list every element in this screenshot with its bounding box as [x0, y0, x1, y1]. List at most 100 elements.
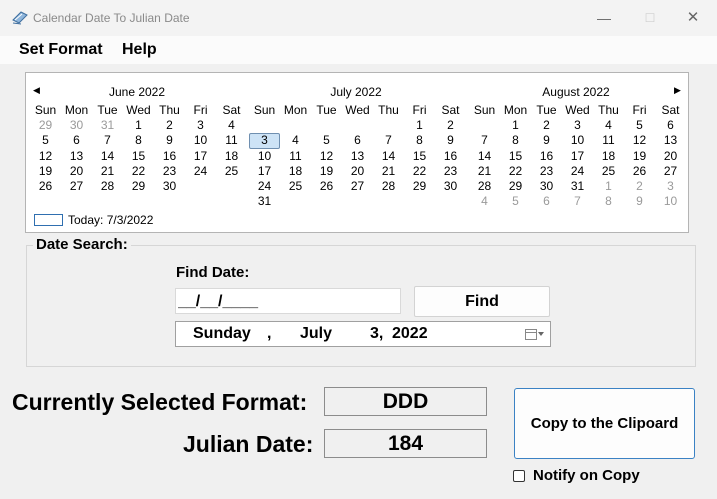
today-link[interactable]: Today: 7/3/2022: [68, 213, 153, 227]
find-date-input[interactable]: [175, 288, 401, 314]
calendar-day[interactable]: 31: [92, 118, 123, 133]
calendar-day[interactable]: 11: [216, 133, 247, 148]
calendar-day[interactable]: 22: [500, 164, 531, 179]
calendar-day[interactable]: 6: [655, 118, 686, 133]
calendar-day[interactable]: 2: [154, 118, 185, 133]
calendar-day[interactable]: 5: [500, 194, 531, 209]
calendar-day[interactable]: 18: [593, 149, 624, 164]
calendar-day[interactable]: 8: [500, 133, 531, 148]
maximize-button[interactable]: ☐: [640, 8, 660, 28]
calendar-day[interactable]: 5: [30, 133, 61, 148]
calendar-day[interactable]: 24: [249, 179, 280, 194]
calendar-day[interactable]: 26: [311, 179, 342, 194]
calendar-day[interactable]: 28: [469, 179, 500, 194]
calendar-day[interactable]: 21: [469, 164, 500, 179]
calendar-day[interactable]: 7: [469, 133, 500, 148]
calendar-day[interactable]: 11: [280, 149, 311, 164]
calendar-day[interactable]: 30: [61, 118, 92, 133]
calendar-day[interactable]: 7: [373, 133, 404, 148]
calendar-day[interactable]: 9: [435, 133, 466, 148]
calendar-day[interactable]: 21: [92, 164, 123, 179]
calendar-day[interactable]: 13: [61, 149, 92, 164]
calendar-day[interactable]: 29: [404, 179, 435, 194]
calendar-day[interactable]: 9: [624, 194, 655, 209]
calendar-day[interactable]: 10: [562, 133, 593, 148]
calendar-day[interactable]: 12: [624, 133, 655, 148]
calendar-day[interactable]: 15: [404, 149, 435, 164]
calendar-day[interactable]: 8: [123, 133, 154, 148]
calendar-day[interactable]: 3: [562, 118, 593, 133]
find-button[interactable]: Find: [414, 286, 550, 317]
calendar-day[interactable]: 3: [655, 179, 686, 194]
month-calendar[interactable]: ◀ ▶ June 2022 Sun Mon Tue Wed Thu Fri Sat 29 30 3…: [25, 72, 689, 233]
calendar-day[interactable]: 22: [404, 164, 435, 179]
minimize-button[interactable]: —: [594, 8, 614, 28]
calendar-day[interactable]: 14: [469, 149, 500, 164]
calendar-day[interactable]: 28: [92, 179, 123, 194]
calendar-day[interactable]: 13: [342, 149, 373, 164]
calendar-day[interactable]: 1: [500, 118, 531, 133]
calendar-day[interactable]: 28: [373, 179, 404, 194]
calendar-day[interactable]: 26: [624, 164, 655, 179]
calendar-day[interactable]: 16: [154, 149, 185, 164]
calendar-day[interactable]: 4: [216, 118, 247, 133]
calendar-day[interactable]: 10: [655, 194, 686, 209]
picker-year[interactable]: 2022: [392, 325, 428, 343]
calendar-day[interactable]: 18: [280, 164, 311, 179]
menu-help[interactable]: Help: [122, 41, 157, 59]
calendar-day[interactable]: 15: [123, 149, 154, 164]
calendar-day[interactable]: 17: [562, 149, 593, 164]
calendar-day[interactable]: 30: [531, 179, 562, 194]
calendar-day[interactable]: 31: [562, 179, 593, 194]
picker-day[interactable]: 3,: [370, 325, 383, 343]
calendar-day[interactable]: 21: [373, 164, 404, 179]
calendar-day[interactable]: 29: [30, 118, 61, 133]
calendar-day[interactable]: 6: [531, 194, 562, 209]
calendar-day[interactable]: 24: [185, 164, 216, 179]
calendar-day[interactable]: 25: [216, 164, 247, 179]
date-picker[interactable]: Sunday , July 3, 2022: [175, 321, 551, 347]
notify-on-copy-label[interactable]: Notify on Copy: [533, 467, 640, 484]
calendar-day[interactable]: 20: [61, 164, 92, 179]
calendar-day[interactable]: 14: [92, 149, 123, 164]
calendar-day[interactable]: 27: [342, 179, 373, 194]
notify-on-copy-checkbox[interactable]: [513, 470, 525, 482]
calendar-day[interactable]: 26: [30, 179, 61, 194]
calendar-day[interactable]: 12: [311, 149, 342, 164]
calendar-day[interactable]: 6: [342, 133, 373, 148]
calendar-day[interactable]: 23: [154, 164, 185, 179]
calendar-day[interactable]: 7: [92, 133, 123, 148]
calendar-day[interactable]: 30: [435, 179, 466, 194]
calendar-day[interactable]: 9: [154, 133, 185, 148]
calendar-day[interactable]: 30: [154, 179, 185, 194]
calendar-day[interactable]: 5: [311, 133, 342, 148]
picker-day-of-week[interactable]: Sunday: [193, 325, 251, 343]
calendar-day[interactable]: 24: [562, 164, 593, 179]
calendar-day[interactable]: 1: [593, 179, 624, 194]
calendar-day[interactable]: 2: [435, 118, 466, 133]
calendar-day[interactable]: 10: [249, 149, 280, 164]
calendar-day[interactable]: 14: [373, 149, 404, 164]
calendar-day[interactable]: 27: [61, 179, 92, 194]
copy-to-clipboard-button[interactable]: Copy to the Clipoard: [514, 388, 695, 459]
calendar-day[interactable]: 15: [500, 149, 531, 164]
calendar-day[interactable]: 10: [185, 133, 216, 148]
calendar-day[interactable]: 1: [404, 118, 435, 133]
calendar-day[interactable]: 4: [280, 133, 311, 148]
today-marker-icon[interactable]: [34, 214, 63, 226]
calendar-dropdown-icon[interactable]: [525, 329, 537, 340]
calendar-day[interactable]: 6: [61, 133, 92, 148]
calendar-day[interactable]: 31: [249, 194, 280, 209]
calendar-day[interactable]: 4: [469, 194, 500, 209]
calendar-day[interactable]: 29: [123, 179, 154, 194]
calendar-day[interactable]: 19: [311, 164, 342, 179]
picker-month[interactable]: July: [300, 325, 332, 343]
calendar-day[interactable]: 23: [435, 164, 466, 179]
calendar-day[interactable]: 3: [249, 133, 280, 149]
calendar-day[interactable]: 1: [123, 118, 154, 133]
calendar-day[interactable]: 23: [531, 164, 562, 179]
calendar-day[interactable]: 25: [280, 179, 311, 194]
calendar-day[interactable]: 5: [624, 118, 655, 133]
calendar-day[interactable]: 2: [531, 118, 562, 133]
calendar-day[interactable]: 22: [123, 164, 154, 179]
